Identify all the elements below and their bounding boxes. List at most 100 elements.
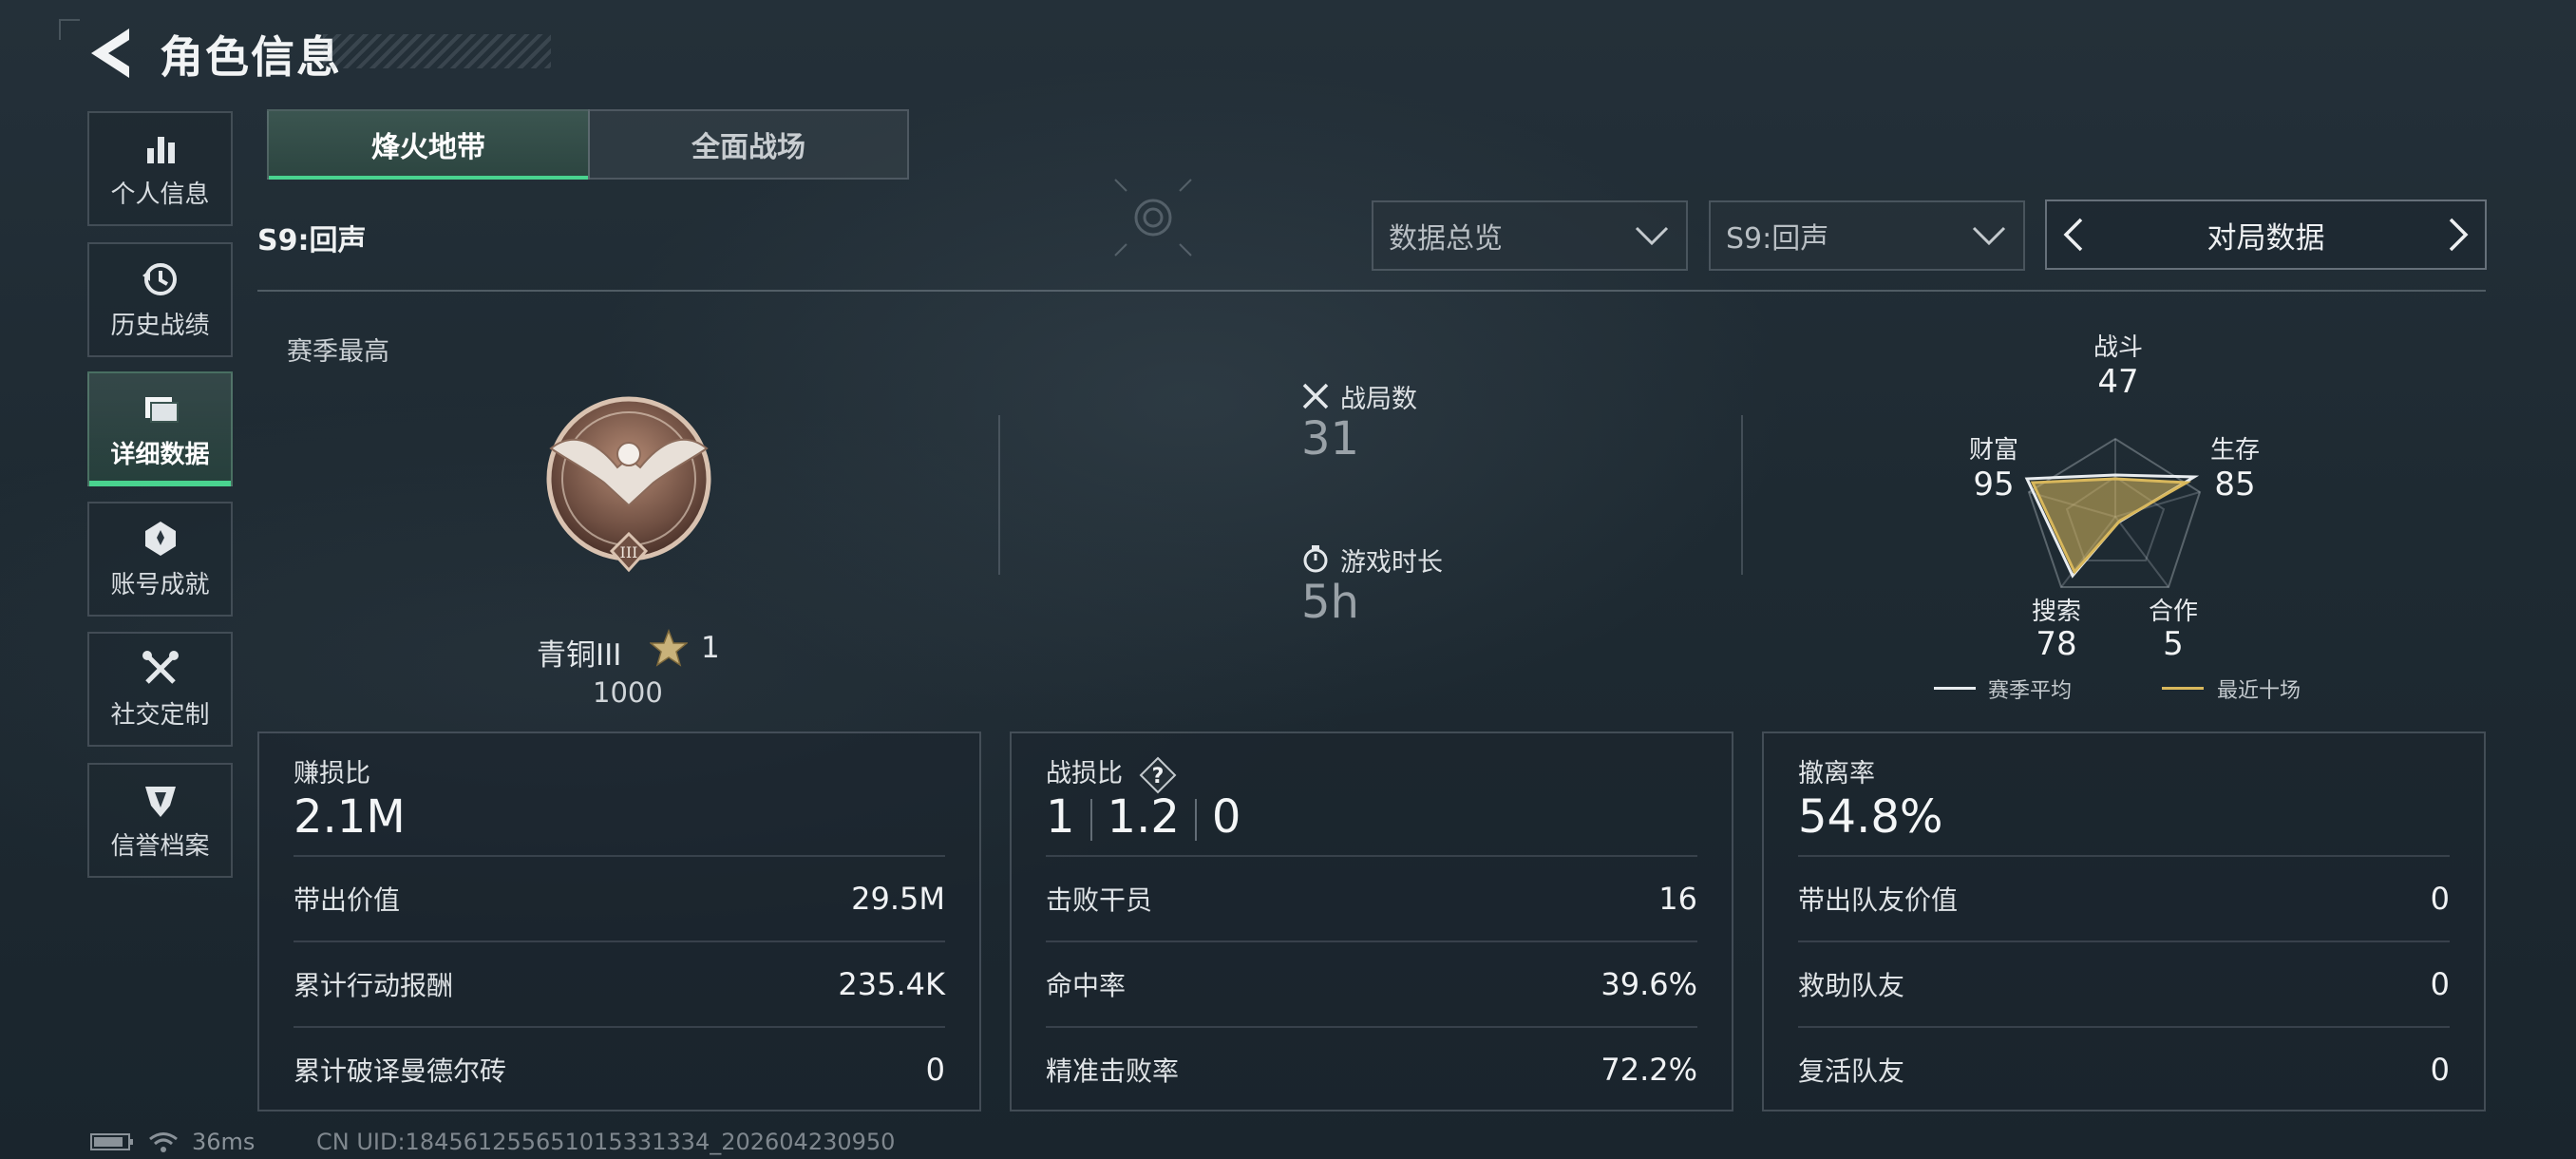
- stat-value: 0: [2430, 1052, 2450, 1088]
- sidebar-item-social[interactable]: 社交定制: [87, 632, 233, 747]
- stat-row: 击败干员 16: [1046, 855, 1697, 940]
- reticle-decoration: [1114, 179, 1192, 256]
- bronze-eagle-rank-emblem: III: [546, 396, 711, 573]
- rank-name: 青铜III: [537, 638, 622, 673]
- svg-text:?: ?: [1151, 765, 1164, 788]
- ability-radar-chart: [2024, 437, 2202, 588]
- radar-axis-wealth-value: 95: [1973, 466, 2015, 504]
- sidebar-item-personal-info[interactable]: 个人信息: [87, 111, 233, 226]
- dropdown-value: 数据总览: [1389, 222, 1503, 256]
- sidebar-item-label: 历史战绩: [110, 312, 210, 340]
- sidebar-item-detailed-data[interactable]: 详细数据: [87, 371, 233, 486]
- kd-separator: [1089, 799, 1092, 841]
- page-title: 角色信息: [160, 31, 342, 83]
- data-overview-dropdown[interactable]: 数据总览: [1372, 200, 1688, 271]
- stat-value: 0: [925, 1052, 945, 1088]
- stat-label: 复活队友: [1798, 1055, 1905, 1087]
- sidebar-item-reputation[interactable]: 信誉档案: [87, 763, 233, 878]
- legend-swatch-recent-ten: [2162, 687, 2204, 690]
- stat-value: 0: [2430, 966, 2450, 1002]
- rank-caption: 赛季最高: [287, 337, 389, 367]
- radar-axis-teamwork-label: 合作: [2148, 598, 2198, 626]
- section-divider: [257, 290, 2486, 292]
- title-decoration: [323, 34, 551, 68]
- radar-axis-search-value: 78: [2036, 625, 2077, 663]
- stat-label: 累计破译曼德尔砖: [294, 1055, 507, 1087]
- match-data-pager: 对局数据: [2045, 200, 2487, 270]
- radar-axis-survival-label: 生存: [2209, 436, 2260, 465]
- sidebar-item-label: 信誉档案: [110, 832, 210, 861]
- sidebar-item-label: 账号成就: [110, 571, 210, 599]
- chevron-right-icon[interactable]: [2447, 216, 2472, 254]
- stat-value: 235.4K: [838, 966, 945, 1002]
- tab-full-battlefield[interactable]: 全面战场: [588, 109, 909, 180]
- radar-axis-survival-value: 85: [2214, 466, 2256, 504]
- radar-axis-teamwork-value: 5: [2163, 625, 2184, 663]
- extraction-rate-panel: 撤离率 54.8% 带出队友价值 0 救助队友 0 复活队友 0: [1762, 732, 2486, 1112]
- stat-row: 累计行动报酬 235.4K: [294, 940, 945, 1026]
- wifi-icon: [149, 1132, 178, 1152]
- season-dropdown[interactable]: S9:回声: [1709, 200, 2025, 271]
- kd-separator: [1194, 799, 1197, 841]
- status-bar: 36ms: [89, 1129, 255, 1155]
- profit-ratio-value: 2.1M: [294, 790, 406, 844]
- back-arrow-icon[interactable]: [87, 27, 137, 80]
- stat-row: 带出价值 29.5M: [294, 855, 945, 940]
- rank-score: 1000: [593, 676, 663, 709]
- stat-label: 救助队友: [1798, 970, 1905, 1001]
- svg-text:III: III: [620, 543, 638, 561]
- ping-value: 36ms: [192, 1129, 256, 1155]
- tab-warfare-zone[interactable]: 烽火地带: [267, 109, 590, 180]
- bar-chart-icon: [146, 137, 175, 163]
- battery-icon: [90, 1133, 133, 1150]
- stat-label: 精准击败率: [1046, 1055, 1180, 1087]
- sidebar-item-label: 社交定制: [110, 701, 210, 730]
- season-label: S9:回声: [257, 224, 367, 257]
- sidebar-item-achievements[interactable]: 账号成就: [87, 502, 233, 617]
- sidebar-item-label: 个人信息: [110, 180, 210, 209]
- kd-title: 战损比: [1046, 759, 1123, 788]
- legend-swatch-season-average: [1934, 687, 1976, 690]
- user-uid: CN UID:184561255651015331334_20260423095…: [316, 1129, 896, 1155]
- radar-axis-wealth-label: 财富: [1968, 436, 2018, 465]
- pager-label: 对局数据: [2207, 220, 2325, 256]
- stat-row: 精准击败率 72.2%: [1046, 1026, 1697, 1112]
- legend-season-average: 赛季平均: [1988, 679, 2073, 703]
- stat-row: 复活队友 0: [1798, 1026, 2450, 1112]
- stat-value: 16: [1658, 881, 1697, 917]
- kill-death-panel: 战损比 ? 1 1.2 0 击败干员 16 命中率 39.6% 精准击败率 72.2…: [1010, 732, 1733, 1112]
- crossed-swords-icon: [1302, 383, 1329, 409]
- sidebar-item-history[interactable]: 历史战绩: [87, 242, 233, 357]
- reputation-shield-icon: [144, 787, 176, 817]
- chevron-down-icon: [1635, 226, 1669, 246]
- star-icon: [650, 629, 688, 667]
- sidebar-item-label: 详细数据: [110, 441, 210, 469]
- column-divider: [1741, 415, 1743, 575]
- kd-values: 1 1.2 0: [1046, 790, 1241, 844]
- stat-row: 救助队友 0: [1798, 940, 2450, 1026]
- achievement-badge-icon: [144, 522, 176, 556]
- chevron-left-icon[interactable]: [2060, 216, 2085, 254]
- battles-value: 31: [1301, 412, 1360, 466]
- radar-axis-combat-value: 47: [2097, 363, 2139, 401]
- help-question-icon[interactable]: ?: [1139, 756, 1177, 794]
- kd-value-1: 1: [1046, 790, 1075, 844]
- stat-value: 29.5M: [851, 881, 945, 917]
- stat-label: 带出队友价值: [1798, 884, 1959, 916]
- radar-recent-ten: [2030, 477, 2192, 575]
- panel-title: 撤离率: [1798, 759, 1875, 788]
- legend-recent-ten: 最近十场: [2217, 679, 2301, 703]
- panel-title: 赚损比: [294, 759, 370, 788]
- corner-decoration: [59, 19, 80, 40]
- column-divider: [998, 415, 1000, 575]
- stat-label: 击败干员: [1046, 884, 1153, 916]
- panel-title: 战损比 ?: [1046, 752, 1177, 794]
- duration-label: 游戏时长: [1340, 548, 1443, 578]
- dropdown-value: S9:回声: [1726, 222, 1829, 256]
- stat-label: 累计行动报酬: [294, 970, 454, 1001]
- rank-star-count: 1: [701, 631, 720, 665]
- stat-row: 带出队友价值 0: [1798, 855, 2450, 940]
- stat-row: 累计破译曼德尔砖 0: [294, 1026, 945, 1112]
- chevron-down-icon: [1972, 226, 2006, 246]
- extraction-rate-value: 54.8%: [1798, 790, 1943, 844]
